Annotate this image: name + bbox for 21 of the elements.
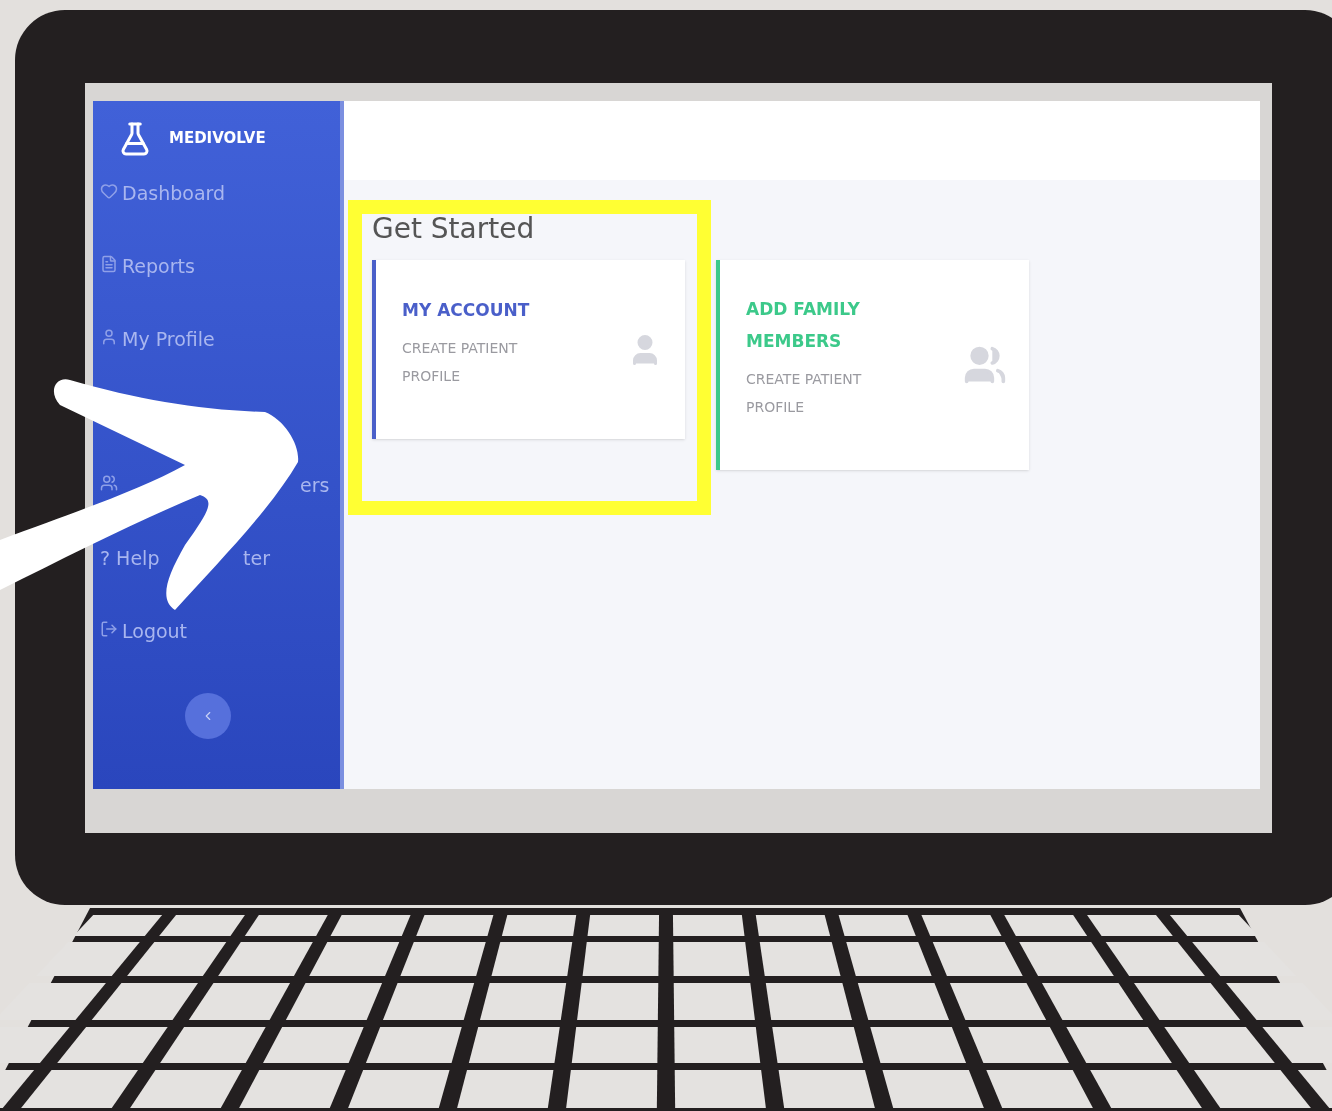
brand-name: MEDIVOLVE — [169, 128, 266, 150]
sidebar-link[interactable]: ter — [243, 544, 270, 573]
card-subtitle: CREATE PATIENT PROFILE — [746, 370, 863, 417]
logout-icon — [100, 620, 118, 638]
card-subtitle: CREATE PATIENT PROFILE — [402, 338, 519, 386]
page-heading: Get Started — [372, 211, 536, 247]
document-icon — [100, 255, 118, 273]
collapse-button[interactable] — [184, 693, 231, 739]
sidebar-link[interactable]: My Profile — [122, 325, 215, 354]
card[interactable]: MY ACCOUNT CREATE PATIENT PROFILE — [372, 260, 685, 439]
user-icon — [100, 328, 118, 346]
sidebar-link[interactable]: Dashboard — [122, 179, 226, 208]
sidebar-link[interactable]: ? Help — [100, 544, 160, 573]
card[interactable]: ADD FAMILY MEMBERS CREATE PATIENT PROFILE — [716, 260, 1029, 470]
sidebar-link[interactable]: Logout — [122, 617, 188, 646]
card-title: MY ACCOUNT — [402, 298, 531, 322]
people-icon — [100, 474, 118, 492]
sidebar-link[interactable]: Reports — [122, 252, 195, 281]
card-title: ADD FAMILY MEMBERS — [746, 298, 861, 353]
sidebar-link[interactable]: ers — [300, 471, 330, 500]
heart-icon — [100, 182, 118, 200]
